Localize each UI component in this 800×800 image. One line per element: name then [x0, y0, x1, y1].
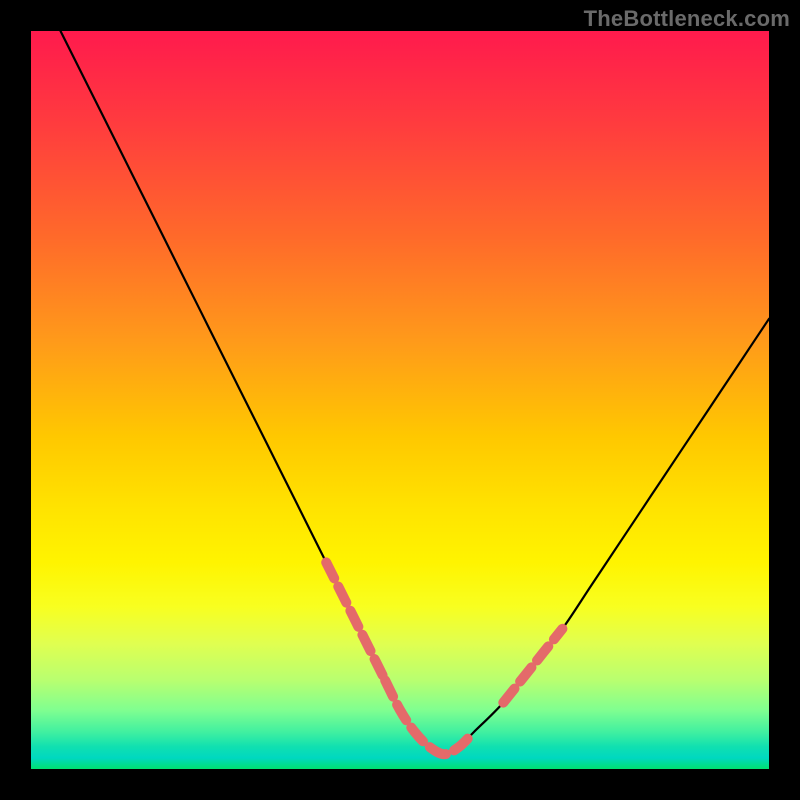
highlight-right-ascent [503, 629, 562, 703]
plot-area [31, 31, 769, 769]
watermark-text: TheBottleneck.com [584, 6, 790, 32]
chart-frame: TheBottleneck.com [0, 0, 800, 800]
bottleneck-curve [61, 31, 770, 754]
highlight-valley-floor [385, 680, 474, 754]
chart-svg [31, 31, 769, 769]
highlight-left-descent [326, 562, 385, 680]
